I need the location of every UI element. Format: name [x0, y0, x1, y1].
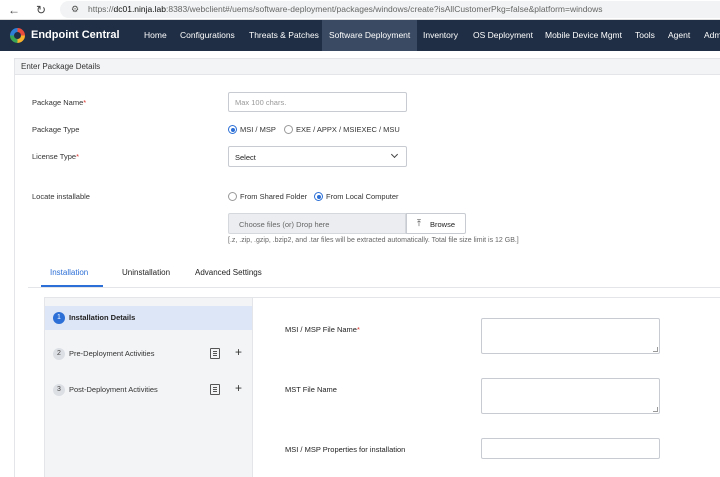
tab-installation[interactable]: Installation [50, 268, 88, 277]
from-local-computer-label[interactable]: From Local Computer [326, 192, 399, 201]
section-title: Enter Package Details [21, 62, 101, 71]
package-type-exe-radio[interactable] [284, 125, 293, 134]
nav-admin[interactable]: Adm [704, 20, 720, 51]
nav-threats-patches[interactable]: Threats & Patches [249, 20, 319, 51]
step-installation-details[interactable]: 1 Installation Details [45, 306, 252, 330]
from-local-computer-radio[interactable] [314, 192, 323, 201]
step-label: Pre-Deployment Activities [69, 349, 155, 358]
browser-bar: ← ↻ ⚙ https://dc01.ninja.lab:8383/webcli… [0, 0, 720, 20]
mst-file-name-input[interactable] [481, 378, 660, 414]
package-name-placeholder: Max 100 chars. [235, 98, 287, 107]
msi-file-name-input[interactable] [481, 318, 660, 354]
file-drop-text: Choose files (or) Drop here [239, 220, 330, 229]
step-number: 1 [53, 312, 65, 324]
step-number: 3 [53, 384, 65, 396]
list-icon[interactable] [210, 384, 220, 395]
license-type-value: Select [235, 153, 256, 162]
tab-advanced-settings[interactable]: Advanced Settings [195, 268, 262, 277]
nav-home[interactable]: Home [144, 20, 167, 51]
url-text: https://dc01.ninja.lab:8383/webclient#/u… [88, 4, 603, 14]
license-type-select[interactable]: Select [228, 146, 407, 167]
file-size-hint: [.z, .zip, .gzip, .bzip2, and .tar files… [228, 237, 519, 244]
from-shared-folder-label[interactable]: From Shared Folder [240, 192, 307, 201]
msi-properties-input[interactable] [481, 438, 660, 459]
tab-uninstallation[interactable]: Uninstallation [122, 268, 170, 277]
nav-agent[interactable]: Agent [668, 20, 690, 51]
locate-installable-label: Locate installable [32, 192, 90, 201]
msi-properties-label: MSI / MSP Properties for installation [285, 445, 406, 454]
package-name-input[interactable]: Max 100 chars. [228, 92, 407, 112]
step-number: 2 [53, 348, 65, 360]
upload-icon: ⤒ [417, 218, 421, 228]
browse-label: Browse [430, 220, 456, 229]
reload-icon[interactable]: ↻ [33, 2, 49, 18]
from-shared-folder-radio[interactable] [228, 192, 237, 201]
chevron-down-icon [390, 150, 399, 159]
list-icon[interactable] [210, 348, 220, 359]
package-type-msi-label[interactable]: MSI / MSP [240, 125, 276, 134]
nav-tools[interactable]: Tools [635, 20, 655, 51]
browse-button[interactable]: ⤒ Browse [406, 213, 466, 234]
nav-os-deployment[interactable]: OS Deployment [473, 20, 533, 51]
site-info-icon[interactable]: ⚙ [69, 3, 81, 15]
package-type-msi-radio[interactable] [228, 125, 237, 134]
package-type-exe-label[interactable]: EXE / APPX / MSIEXEC / MSU [296, 125, 400, 134]
nav-configurations[interactable]: Configurations [180, 20, 235, 51]
back-arrow-icon[interactable]: ← [6, 2, 22, 18]
address-bar[interactable]: ⚙ https://dc01.ninja.lab:8383/webclient#… [60, 1, 720, 18]
resize-handle-icon[interactable] [653, 407, 658, 412]
endpoint-central-logo-icon [10, 28, 25, 43]
msi-file-name-label: MSI / MSP File Name* [285, 325, 360, 334]
nav-mobile-device-mgmt[interactable]: Mobile Device Mgmt [545, 20, 622, 51]
mst-file-name-label: MST File Name [285, 385, 337, 394]
add-icon[interactable]: + [235, 345, 242, 359]
app-nav: Endpoint Central Home Configurations Thr… [0, 20, 720, 51]
package-name-label: Package Name* [32, 98, 87, 107]
step-pre-deployment[interactable]: 2 Pre-Deployment Activities + [45, 342, 252, 366]
license-type-label: License Type* [32, 152, 79, 161]
step-post-deployment[interactable]: 3 Post-Deployment Activities + [45, 378, 252, 402]
nav-software-deployment[interactable]: Software Deployment [322, 20, 418, 51]
step-label: Installation Details [69, 313, 136, 322]
section-header: Enter Package Details [14, 58, 720, 75]
package-type-label: Package Type [32, 125, 80, 134]
nav-inventory[interactable]: Inventory [423, 20, 458, 51]
step-label: Post-Deployment Activities [69, 385, 158, 394]
resize-handle-icon[interactable] [653, 347, 658, 352]
add-icon[interactable]: + [235, 381, 242, 395]
file-drop-zone[interactable]: Choose files (or) Drop here [228, 213, 406, 234]
tab-divider [28, 287, 720, 288]
brand-name: Endpoint Central [31, 29, 120, 41]
